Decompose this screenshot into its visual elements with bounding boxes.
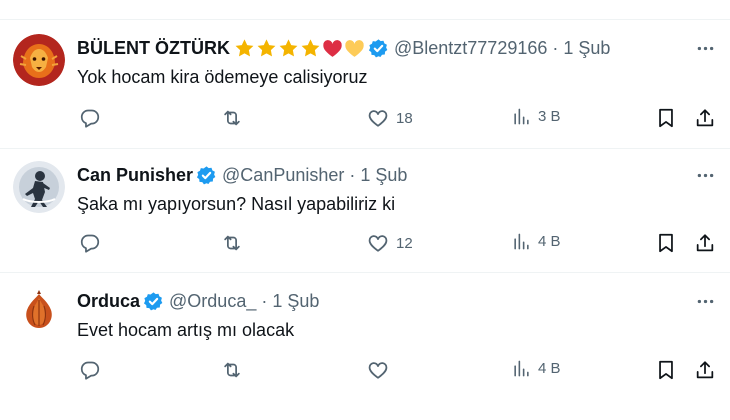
retweet-icon [221,107,243,129]
reply-icon [79,359,101,381]
reply-text: Şaka mı yapıyorsun? Nasıl yapabiliriz ki [77,194,396,214]
name-emojis [234,38,365,59]
view-count: 3 B [538,108,561,125]
reply-header: Orduca @Orduca_ · 1 Şub [77,289,319,313]
like-icon [367,107,389,129]
bookmark-icon [655,107,677,129]
verified-badge-icon[interactable] [143,291,164,312]
views-button[interactable]: 4 B [512,359,561,378]
bookmark-icon [655,359,677,381]
display-name[interactable]: Orduca [77,291,140,312]
display-name[interactable]: Can Punisher [77,165,193,186]
user-handle[interactable]: @Blentzt77729166 [394,38,547,59]
display-name[interactable]: BÜLENT ÖZTÜRK [77,38,230,59]
timestamp[interactable]: 1 Şub [360,165,407,186]
timestamp[interactable]: 1 Şub [563,38,610,59]
views-icon [512,107,531,126]
views-button[interactable]: 3 B [512,107,561,126]
bookmark-button[interactable] [655,359,677,381]
view-count: 4 B [538,360,561,377]
views-button[interactable]: 4 B [512,232,561,251]
reply-header: Can Punisher @CanPunisher · 1 Şub [77,163,407,187]
like-icon [367,232,389,254]
red-heart-icon [322,38,343,59]
reply-text: Yok hocam kira ödemeye calisiyoruz [77,67,368,87]
user-handle[interactable]: @Orduca_ [169,291,256,312]
verified-badge-icon[interactable] [368,38,389,59]
retweet-icon [221,232,243,254]
separator-dot: · [349,164,356,185]
timestamp[interactable]: 1 Şub [272,291,319,312]
separator-dot: · [552,37,559,58]
bookmark-icon [655,232,677,254]
bookmark-button[interactable] [655,232,677,254]
views-icon [512,359,531,378]
share-icon [694,359,716,381]
share-icon [694,107,716,129]
view-count: 4 B [538,233,561,250]
avatar[interactable] [13,34,65,86]
avatar[interactable] [13,161,65,213]
verified-badge-icon[interactable] [196,165,217,186]
separator-dot: · [261,290,268,311]
reply-text: Evet hocam artış mı olacak [77,320,295,340]
share-button[interactable] [694,232,716,254]
avatar[interactable] [13,286,65,338]
user-handle[interactable]: @CanPunisher [222,165,344,186]
retweet-button[interactable] [221,232,243,254]
like-count: 18 [396,109,413,127]
views-icon [512,232,531,251]
like-button[interactable] [367,359,396,381]
star-icon [300,38,321,59]
star-icon [278,38,299,59]
star-icon [234,38,255,59]
bookmark-button[interactable] [655,107,677,129]
like-button[interactable]: 18 [367,107,413,129]
more-icon [695,291,716,312]
like-button[interactable]: 12 [367,232,413,254]
reply-icon [79,232,101,254]
star-icon [256,38,277,59]
more-button[interactable] [688,163,722,187]
more-icon [695,165,716,186]
reply-item[interactable]: BÜLENT ÖZTÜRK @Blentzt77729166 · 1 Şub Y… [0,20,730,149]
like-icon [367,359,389,381]
retweet-button[interactable] [221,107,243,129]
reply-button[interactable] [79,232,101,254]
more-button[interactable] [688,289,722,313]
reply-item[interactable]: Can Punisher @CanPunisher · 1 Şub Şaka m… [0,149,730,273]
share-button[interactable] [694,107,716,129]
retweet-icon [221,359,243,381]
reply-button[interactable] [79,107,101,129]
more-icon [695,38,716,59]
reply-icon [79,107,101,129]
reply-item[interactable]: Orduca @Orduca_ · 1 Şub Evet hocam artış… [0,273,730,420]
more-button[interactable] [688,36,722,60]
retweet-button[interactable] [221,359,243,381]
reply-header: BÜLENT ÖZTÜRK @Blentzt77729166 · 1 Şub [77,36,610,60]
like-count: 12 [396,234,413,252]
share-icon [694,232,716,254]
share-button[interactable] [694,359,716,381]
yellow-heart-icon [344,38,365,59]
reply-button[interactable] [79,359,101,381]
